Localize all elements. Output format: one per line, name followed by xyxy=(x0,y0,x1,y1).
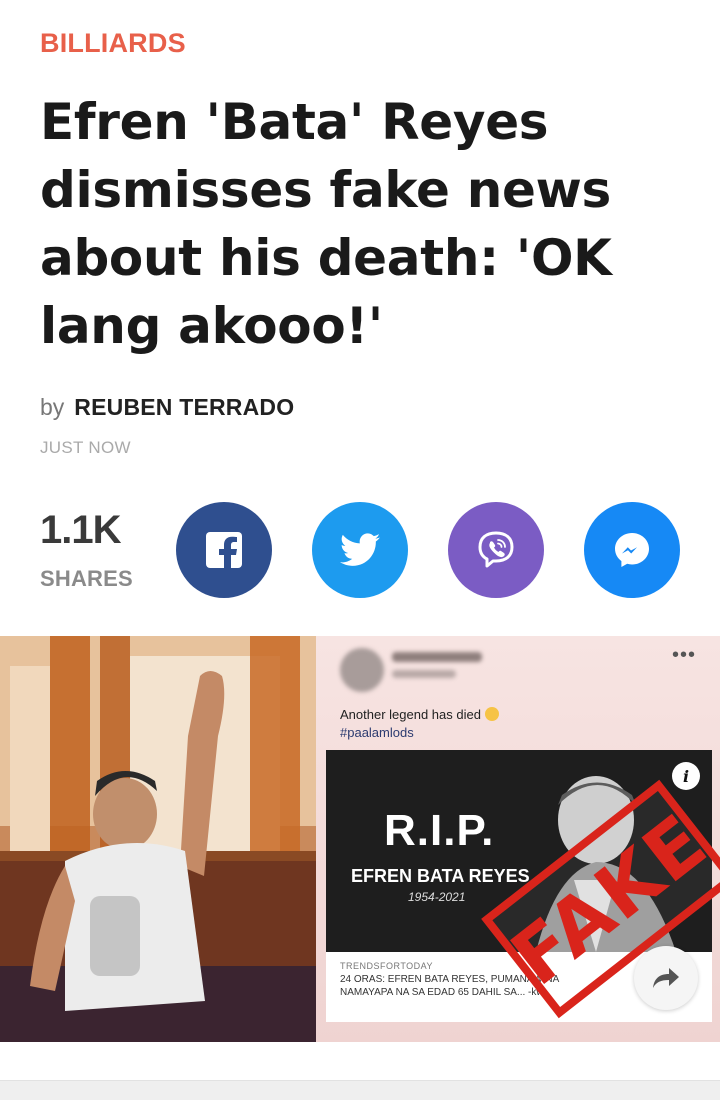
facebook-share-button[interactable] xyxy=(176,502,272,598)
info-icon: i xyxy=(672,762,700,790)
category-label[interactable]: BILLIARDS xyxy=(40,28,186,59)
forward-share-icon xyxy=(634,946,698,1010)
messenger-share-button[interactable] xyxy=(584,502,680,598)
link-card-title-line2: NAMAYAPA NA SA EDAD 65 DAHIL SA... -kw xyxy=(340,987,544,998)
messenger-icon xyxy=(615,533,649,567)
post-hashtag: #paalamlods xyxy=(340,725,414,740)
publish-timestamp: JUST NOW xyxy=(40,438,131,457)
post-meta-blurred xyxy=(392,670,456,678)
rip-years: 1954-2021 xyxy=(408,890,466,904)
viber-icon xyxy=(478,531,514,568)
link-card-title-line1: 24 ORAS: EFREN BATA REYES, PUMANAW NA xyxy=(340,974,560,985)
post-more-icon: ••• xyxy=(671,644,696,666)
share-count: 1.1K xyxy=(40,508,121,552)
facebook-icon xyxy=(206,532,242,570)
photo-efren-waving xyxy=(0,636,316,1042)
post-author-name-blurred xyxy=(392,652,482,662)
article-headline: Efren 'Bata' Reyes dismisses fake news a… xyxy=(40,93,612,355)
rip-card-image: R.I.P. EFREN BATA REYES 1954-2021 i xyxy=(326,750,712,952)
facebook-post-screenshot: ••• Another legend has died #paalamlods … xyxy=(316,636,720,1042)
post-text: Another legend has died #paalamlods xyxy=(340,706,499,742)
twitter-icon xyxy=(340,533,380,566)
sad-emoji-icon xyxy=(484,707,499,721)
link-card-source: TRENDSFORTODAY xyxy=(340,961,434,971)
share-count-label: SHARES xyxy=(40,566,133,591)
post-author-avatar xyxy=(340,648,384,692)
post-message: Another legend has died xyxy=(340,707,481,722)
link-card-caption: TRENDSFORTODAY 24 ORAS: EFREN BATA REYES… xyxy=(340,960,680,999)
rip-title: R.I.P. xyxy=(384,806,495,855)
author-name[interactable]: REUBEN TERRADO xyxy=(74,394,294,420)
rip-name: EFREN BATA REYES xyxy=(351,866,530,886)
viber-share-button[interactable] xyxy=(448,502,544,598)
twitter-share-button[interactable] xyxy=(312,502,408,598)
article-featured-image[interactable]: ••• Another legend has died #paalamlods … xyxy=(0,636,720,1042)
page-bottom-divider xyxy=(0,1080,720,1100)
byline: by REUBEN TERRADO xyxy=(40,394,294,421)
byline-prefix: by xyxy=(40,394,65,420)
